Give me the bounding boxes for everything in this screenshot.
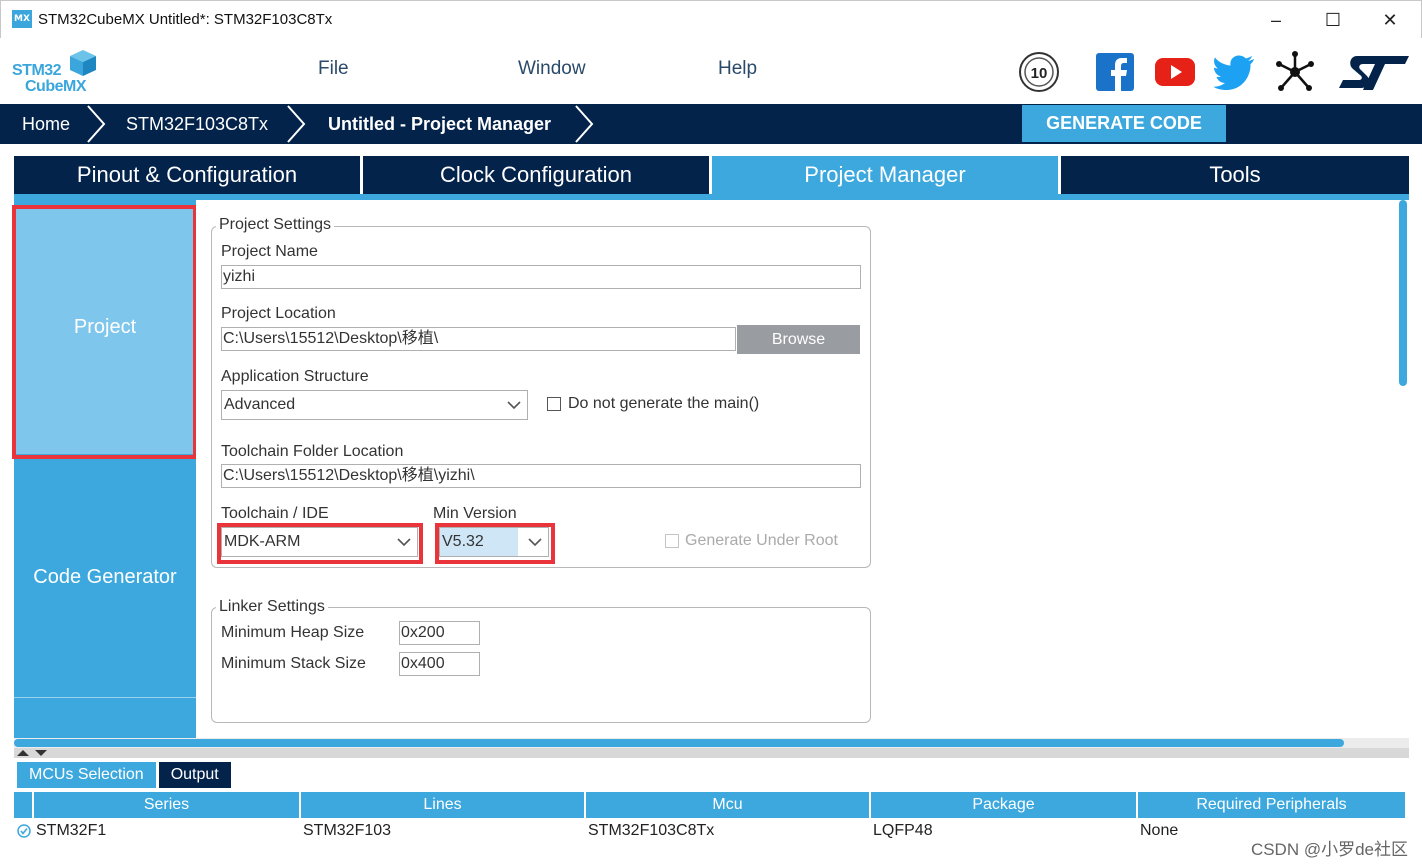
app-structure-select[interactable]: Advanced — [221, 390, 528, 420]
stack-size-label: Minimum Stack Size — [221, 655, 366, 672]
twitter-icon[interactable] — [1213, 50, 1257, 94]
heap-size-label: Minimum Heap Size — [221, 624, 365, 641]
generate-under-root-label: Generate Under Root — [685, 532, 838, 549]
generate-code-button[interactable]: GENERATE CODE — [1022, 105, 1226, 142]
chevron-down-icon — [507, 401, 521, 410]
chevron-right-icon — [575, 105, 594, 143]
window-title: STM32CubeMX Untitled*: STM32F103C8Tx — [38, 11, 333, 28]
horizontal-scrollbar[interactable] — [14, 739, 1344, 747]
minimize-button[interactable]: – — [1253, 5, 1299, 35]
menu-help[interactable]: Help — [718, 58, 757, 80]
no-main-checkbox[interactable] — [547, 397, 561, 411]
facebook-icon[interactable] — [1093, 50, 1137, 94]
vertical-scrollbar[interactable] — [1399, 200, 1407, 386]
menu-file[interactable]: File — [318, 58, 349, 80]
column-header-required-peripherals[interactable]: Required Peripherals — [1138, 792, 1405, 818]
breadcrumb-mcu[interactable]: STM32F103C8Tx — [126, 104, 268, 144]
table-header-marker — [14, 792, 34, 818]
project-location-label: Project Location — [221, 305, 336, 322]
min-version-label: Min Version — [433, 505, 517, 522]
highlight-box-toolchain — [217, 523, 423, 564]
row-check-icon — [14, 819, 34, 843]
tab-tools[interactable]: Tools — [1061, 156, 1409, 194]
tab-output[interactable]: Output — [158, 762, 231, 788]
st-logo-icon[interactable] — [1337, 50, 1411, 94]
chevron-right-icon — [287, 105, 306, 143]
linker-settings-legend: Linker Settings — [216, 598, 328, 616]
csdn-watermark: CSDN @小罗de社区 — [1250, 840, 1408, 859]
browse-button[interactable]: Browse — [737, 325, 860, 354]
toolchain-folder-input[interactable]: C:\Users\15512\Desktop\移植\yizhi\ — [221, 464, 861, 488]
menu-window[interactable]: Window — [518, 58, 586, 80]
column-header-mcu[interactable]: Mcu — [586, 792, 871, 818]
close-button[interactable]: ✕ — [1367, 5, 1413, 35]
cube-icon — [70, 50, 96, 76]
table-header: Series Lines Mcu Package Required Periph… — [14, 792, 1409, 818]
toolchain-ide-label: Toolchain / IDE — [221, 505, 329, 522]
project-location-input[interactable]: C:\Users\15512\Desktop\移植\ — [221, 327, 736, 351]
chevron-right-icon — [87, 105, 106, 143]
highlight-box-min-version — [435, 523, 555, 564]
window-titlebar: MX STM32CubeMX Untitled*: STM32F103C8Tx … — [0, 0, 1422, 38]
column-header-series[interactable]: Series — [34, 792, 301, 818]
project-settings-legend: Project Settings — [216, 216, 335, 234]
stack-size-input[interactable]: 0x400 — [399, 652, 480, 676]
highlight-box-project — [12, 205, 197, 459]
cell-package: LQFP48 — [873, 822, 933, 839]
tab-mcus-selection[interactable]: MCUs Selection — [17, 762, 156, 788]
bottom-tabs: MCUs Selection Output — [17, 762, 234, 788]
table-row[interactable]: STM32F1 STM32F103 STM32F103C8Tx LQFP48 N… — [14, 819, 1409, 843]
logo-line2: CubeMX — [25, 78, 87, 95]
cell-series: STM32F1 — [36, 822, 107, 839]
breadcrumb-current[interactable]: Untitled - Project Manager — [328, 104, 551, 144]
cell-mcu: STM32F103C8Tx — [588, 822, 715, 839]
no-main-label: Do not generate the main() — [568, 395, 760, 412]
generate-under-root-checkbox[interactable] — [665, 534, 679, 548]
app-icon: MX — [12, 10, 32, 28]
main-tabs: Pinout & Configuration Clock Configurati… — [14, 156, 1409, 194]
toolchain-folder-label: Toolchain Folder Location — [221, 443, 404, 460]
tab-project-manager[interactable]: Project Manager — [712, 156, 1061, 194]
project-name-input[interactable]: yizhi — [221, 265, 861, 289]
column-header-lines[interactable]: Lines — [301, 792, 586, 818]
nav-code-generator[interactable]: Code Generator — [14, 456, 196, 698]
tab-clock-configuration[interactable]: Clock Configuration — [363, 156, 712, 194]
breadcrumb-home[interactable]: Home — [22, 104, 70, 144]
menu-bar: STM32 CubeMX File Window Help 10 — [0, 38, 1422, 104]
splitter-arrows-icon — [17, 750, 47, 756]
anniversary-badge-icon[interactable]: 10 — [1017, 50, 1061, 94]
youtube-icon[interactable] — [1153, 50, 1197, 94]
panel-splitter[interactable] — [14, 748, 1409, 758]
app-structure-value: Advanced — [224, 396, 296, 413]
stm32cubemx-logo: STM32 CubeMX — [11, 48, 101, 96]
anniversary-number: 10 — [1031, 65, 1048, 82]
cell-lines: STM32F103 — [303, 822, 392, 839]
maximize-button[interactable]: ☐ — [1310, 5, 1356, 35]
heap-size-input[interactable]: 0x200 — [399, 621, 480, 645]
tab-pinout-configuration[interactable]: Pinout & Configuration — [14, 156, 363, 194]
network-icon[interactable] — [1273, 50, 1317, 94]
app-structure-label: Application Structure — [221, 368, 369, 385]
project-name-label: Project Name — [221, 243, 318, 260]
column-header-package[interactable]: Package — [871, 792, 1138, 818]
